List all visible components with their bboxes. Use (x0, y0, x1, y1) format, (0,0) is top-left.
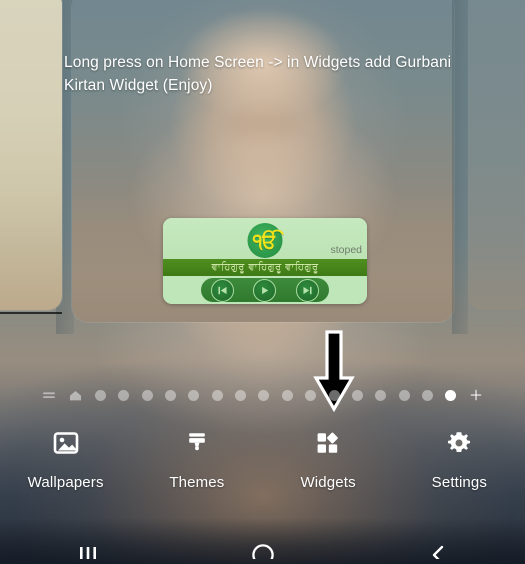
instruction-text: Long press on Home Screen -> in Widgets … (64, 54, 452, 94)
page-dot[interactable] (398, 389, 410, 401)
page-preview-next[interactable] (468, 0, 525, 310)
home-button[interactable] (223, 534, 303, 564)
back-chevron-icon (425, 534, 451, 564)
page-indicator (0, 382, 525, 408)
back-button[interactable] (398, 534, 478, 564)
shortcut-themes[interactable]: Themes (138, 426, 256, 491)
page-dot[interactable] (258, 389, 270, 401)
page-dot[interactable] (235, 389, 246, 401)
page-dot[interactable] (328, 389, 340, 401)
home-circle-icon (248, 534, 278, 564)
page-dot[interactable] (164, 389, 176, 401)
ik-onkar-icon: ੴ (247, 223, 283, 258)
page-dot[interactable] (141, 389, 153, 401)
widget-media-controls (201, 278, 329, 302)
previous-button[interactable] (210, 278, 234, 302)
page-dot[interactable] (188, 389, 200, 401)
widget-status-text: stoped (330, 244, 362, 256)
page-dot[interactable] (281, 389, 293, 401)
page-dot[interactable] (305, 389, 317, 401)
shortcut-settings[interactable]: Settings (400, 426, 518, 491)
home-page-icon[interactable] (68, 388, 82, 402)
home-screen-edit-mode: Long press on Home Screen -> in Widgets … (0, 0, 525, 564)
page-gap-right (452, 0, 468, 334)
add-page-icon[interactable] (469, 388, 483, 402)
page-dot-active[interactable] (445, 389, 457, 401)
gurbani-kirtan-widget[interactable]: ੴ stoped ਵਾਹਿਗੁਰੂ ਵਾਹਿਗੁਰੂ ਵਾਹਿਗੁਰੂ (163, 218, 367, 304)
page-dot[interactable] (94, 389, 106, 401)
grid-widgets-icon (314, 426, 342, 460)
gear-icon (445, 426, 473, 460)
page-preview-previous[interactable] (0, 0, 62, 314)
recents-icon (75, 534, 101, 564)
play-button[interactable] (253, 278, 277, 302)
shortcut-label: Settings (431, 474, 488, 491)
page-dot[interactable] (118, 389, 130, 401)
widget-mantra-bar: ਵਾਹਿਗੁਰੂ ਵਾਹਿਗੁਰੂ ਵਾਹਿਗੁਰੂ (163, 259, 367, 276)
widget-mantra-text: ਵਾਹਿਗੁਰੂ ਵਾਹਿਗੁਰੂ ਵਾਹਿਗੁਰੂ (211, 262, 319, 273)
shortcut-widgets[interactable]: Widgets (269, 426, 387, 491)
shortcut-wallpapers[interactable]: Wallpapers (7, 426, 125, 491)
home-edit-shortcuts: Wallpapers Themes Widgets Settings (0, 426, 525, 491)
android-navigation-bar (0, 518, 525, 564)
skip-previous-icon (217, 285, 228, 296)
page-dot[interactable] (211, 389, 223, 401)
ik-onkar-glyph: ੴ (252, 228, 278, 253)
recents-button[interactable] (48, 534, 128, 564)
shortcut-label: Widgets (300, 474, 356, 491)
next-button[interactable] (296, 278, 320, 302)
shortcut-label: Themes (169, 474, 225, 491)
play-icon (259, 285, 270, 296)
skip-next-icon (302, 285, 313, 296)
page-dot[interactable] (422, 389, 433, 401)
page-dot[interactable] (351, 389, 363, 401)
shortcut-label: Wallpapers (27, 474, 104, 491)
image-icon (52, 426, 80, 460)
page-list-icon[interactable] (42, 388, 56, 402)
page-dot[interactable] (375, 389, 387, 401)
paintbrush-icon (183, 426, 211, 460)
